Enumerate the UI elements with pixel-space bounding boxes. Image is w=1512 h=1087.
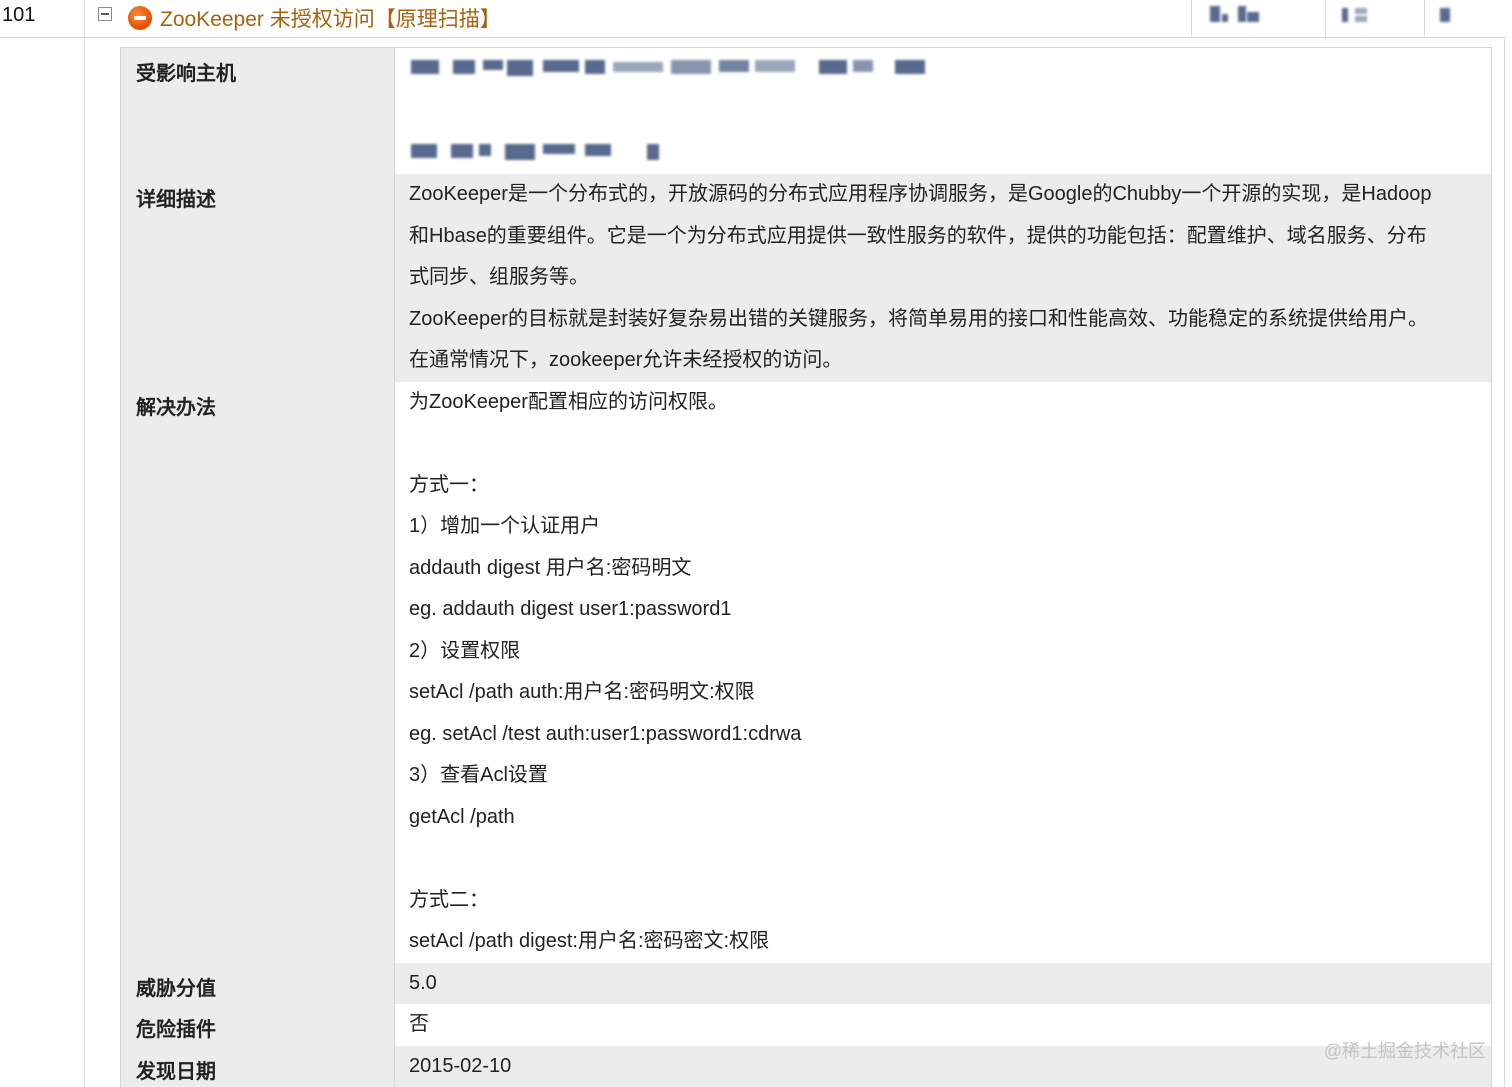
report-page: 101 ZooKeeper 未授权访问【原理扫描】 受影响主机 详细描述 Zoo… xyxy=(0,0,1512,1087)
vulnerability-detail-table: 受影响主机 详细描述 ZooKeeper是一个分布式的，开放源码的分布式应用程序… xyxy=(120,47,1492,1087)
discovery-date-row: 发现日期 2015-02-10 xyxy=(121,1045,1491,1087)
threat-score-value: 5.0 xyxy=(395,962,1491,1004)
vulnerability-row-header[interactable]: 101 ZooKeeper 未授权访问【原理扫描】 xyxy=(0,0,1506,38)
column-divider xyxy=(84,0,85,37)
solution-value: 为ZooKeeper配置相应的访问权限。 方式一： 1）增加一个认证用户 add… xyxy=(395,381,1491,963)
affected-hosts-value xyxy=(395,48,1491,174)
row-number: 101 xyxy=(2,4,36,26)
solution-line: 2）设置权限 xyxy=(409,639,521,662)
solution-line: addauth digest 用户名:密码明文 xyxy=(409,556,692,579)
solution-line: setAcl /path digest:用户名:密码密文:权限 xyxy=(409,930,770,952)
description-row: 详细描述 ZooKeeper是一个分布式的，开放源码的分布式应用程序协调服务，是… xyxy=(121,174,1491,382)
solution-line: setAcl /path auth:用户名:密码明文:权限 xyxy=(409,681,755,703)
column-divider xyxy=(1325,0,1326,37)
site-watermark: @稀土掘金技术社区 xyxy=(1323,1041,1486,1061)
gutter-divider xyxy=(84,37,85,1087)
description-line: 式同步、组服务等。 xyxy=(409,266,589,288)
collapse-icon[interactable] xyxy=(98,7,112,21)
affected-hosts-label: 受影响主机 xyxy=(121,48,395,174)
high-risk-icon xyxy=(128,6,152,30)
dangerous-plugin-row: 危险插件 否 xyxy=(121,1004,1491,1046)
threat-score: 5.0 xyxy=(409,971,437,994)
threat-score-row: 威胁分值 5.0 xyxy=(121,962,1491,1004)
column-divider xyxy=(1424,0,1425,37)
solution-line: 方式二： xyxy=(409,888,489,911)
dangerous-plugin: 否 xyxy=(409,1013,429,1035)
solution-line: 3）查看Acl设置 xyxy=(409,764,548,786)
solution-line: 为ZooKeeper配置相应的访问权限。 xyxy=(409,390,728,413)
discovery-date: 2015-02-10 xyxy=(409,1054,512,1077)
dangerous-plugin-label: 危险插件 xyxy=(121,1004,395,1046)
description-value: ZooKeeper是一个分布式的，开放源码的分布式应用程序协调服务，是Googl… xyxy=(395,174,1491,382)
affected-hosts-row: 受影响主机 xyxy=(121,47,1491,174)
solution-line: getAcl /path xyxy=(409,805,515,828)
discovery-date-label: 发现日期 xyxy=(121,1045,395,1087)
solution-line: 方式一： xyxy=(409,473,489,496)
description-line: ZooKeeper是一个分布式的，开放源码的分布式应用程序协调服务，是Googl… xyxy=(409,183,1432,205)
description-line: ZooKeeper的目标就是封装好复杂易出错的关键服务，将简单易用的接口和性能高… xyxy=(409,307,1428,330)
solution-row: 解决办法 为ZooKeeper配置相应的访问权限。 方式一： 1）增加一个认证用… xyxy=(121,381,1491,963)
description-line: 和Hbase的重要组件。它是一个为分布式应用提供一致性服务的软件，提供的功能包括… xyxy=(409,224,1427,247)
column-divider xyxy=(1191,0,1192,37)
description-line: 在通常情况下，zookeeper允许未经授权的访问。 xyxy=(409,349,843,371)
solution-line: eg. setAcl /test auth:user1:password1:cd… xyxy=(409,722,802,745)
solution-line: 1）增加一个认证用户 xyxy=(409,515,601,537)
solution-line xyxy=(409,838,1477,880)
threat-score-label: 威胁分值 xyxy=(121,962,395,1004)
description-label: 详细描述 xyxy=(121,174,395,382)
vulnerability-title[interactable]: ZooKeeper 未授权访问【原理扫描】 xyxy=(160,3,501,33)
solution-line: eg. addauth digest user1:password1 xyxy=(409,598,732,620)
solution-label: 解决办法 xyxy=(121,381,395,963)
panel-edge xyxy=(1504,37,1505,1087)
solution-line xyxy=(409,423,1477,465)
